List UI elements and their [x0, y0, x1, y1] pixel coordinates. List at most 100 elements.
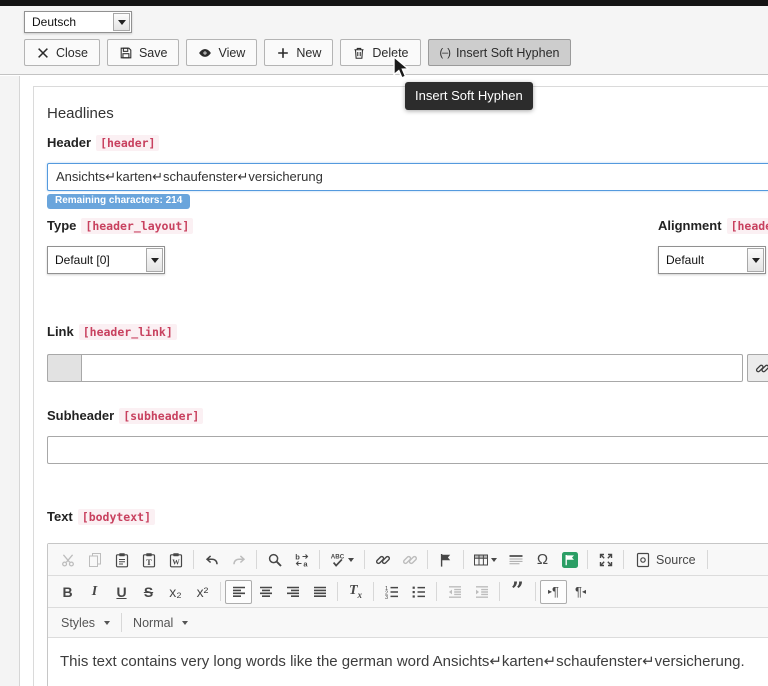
- numbered-list-button[interactable]: [378, 580, 405, 604]
- horizontal-rule-icon: [508, 552, 524, 568]
- styles-dropdown[interactable]: Styles: [54, 611, 117, 635]
- align-right-icon: [285, 584, 301, 600]
- toolbar-separator: [535, 582, 536, 601]
- replace-icon: [294, 552, 310, 568]
- editor-content[interactable]: This text contains very long words like …: [48, 638, 768, 686]
- source-button[interactable]: Source: [628, 548, 703, 572]
- superscript-icon: x²: [197, 585, 209, 599]
- paste-as-text-button[interactable]: [135, 548, 162, 572]
- insert-soft-hyphen-button[interactable]: (–) Insert Soft Hyphen: [428, 39, 572, 66]
- close-button[interactable]: Close: [24, 39, 100, 66]
- toolbar-separator: [436, 582, 437, 601]
- soft-hyphen-flag-button[interactable]: [556, 548, 583, 572]
- type-select-arrow[interactable]: [146, 248, 163, 272]
- rtl-arrow-icon: ◂: [582, 588, 586, 596]
- chevron-down-icon: [182, 621, 188, 625]
- alignment-column: Alignment[header_position] Default: [658, 218, 768, 274]
- find-button[interactable]: [261, 548, 288, 572]
- align-center-icon: [258, 584, 274, 600]
- source-button-label: Source: [656, 553, 696, 567]
- editor-toolbar-row-1: Ω Source: [48, 544, 768, 576]
- maximize-button[interactable]: [592, 548, 619, 572]
- link-field-code: [header_link]: [79, 324, 177, 340]
- format-dropdown[interactable]: Normal: [126, 611, 195, 635]
- language-select-value: Deutsch: [25, 15, 113, 29]
- language-select[interactable]: Deutsch: [24, 11, 132, 33]
- indent-button[interactable]: [468, 580, 495, 604]
- align-right-button[interactable]: [279, 580, 306, 604]
- blockquote-button[interactable]: ”: [504, 580, 531, 604]
- special-character-button[interactable]: Ω: [529, 548, 556, 572]
- maximize-icon: [598, 552, 614, 568]
- subscript-button[interactable]: x₂: [162, 580, 189, 604]
- paste-from-word-button[interactable]: [162, 548, 189, 572]
- insert-table-button[interactable]: [468, 548, 502, 572]
- anchor-button[interactable]: [432, 548, 459, 572]
- ordered-list-icon: [384, 584, 400, 600]
- underline-icon: U: [116, 585, 126, 599]
- blockquote-icon: ”: [511, 586, 524, 598]
- rich-text-editor: Ω Source B I U S x₂ x² Tx: [47, 543, 768, 686]
- align-center-button[interactable]: [252, 580, 279, 604]
- paste-button[interactable]: [108, 548, 135, 572]
- bullet-list-button[interactable]: [405, 580, 432, 604]
- justify-button[interactable]: [306, 580, 333, 604]
- link-browser-button[interactable]: [747, 354, 768, 382]
- chevron-down-icon: [752, 258, 760, 263]
- link-label-text: Link: [47, 324, 74, 339]
- redo-button[interactable]: [225, 548, 252, 572]
- header-input[interactable]: Ansichts↵karten↵schaufenster↵versicherun…: [47, 163, 768, 191]
- link-addon-button[interactable]: [47, 354, 81, 382]
- alignment-select-arrow[interactable]: [747, 248, 764, 272]
- trash-icon: [352, 46, 366, 60]
- subheader-input[interactable]: [47, 436, 768, 464]
- insert-soft-hyphen-label: Insert Soft Hyphen: [456, 46, 560, 60]
- form-panel: Headlines Header[header] Ansichts↵karten…: [33, 86, 768, 686]
- save-button[interactable]: Save: [107, 39, 180, 66]
- insert-link-button[interactable]: [369, 548, 396, 572]
- alignment-field-label: Alignment[header_position]: [658, 218, 768, 234]
- horizontal-rule-button[interactable]: [502, 548, 529, 572]
- toolbar-separator: [193, 550, 194, 569]
- remaining-characters-badge: Remaining characters: 214: [47, 194, 190, 209]
- remove-format-button[interactable]: Tx: [342, 580, 369, 604]
- close-button-label: Close: [56, 46, 88, 60]
- strikethrough-icon: S: [144, 585, 153, 599]
- cut-button[interactable]: [54, 548, 81, 572]
- link-field-label: Link [header_link]: [47, 324, 768, 340]
- editor-toolbar-row-2: B I U S x₂ x² Tx ” ▸¶ ¶◂: [48, 576, 768, 608]
- strikethrough-button[interactable]: S: [135, 580, 162, 604]
- bold-button[interactable]: B: [54, 580, 81, 604]
- superscript-button[interactable]: x²: [189, 580, 216, 604]
- header-field-code: [header]: [96, 135, 159, 151]
- toolbar-separator: [121, 613, 122, 632]
- toolbar-separator: [256, 550, 257, 569]
- justify-icon: [312, 584, 328, 600]
- italic-button[interactable]: I: [81, 580, 108, 604]
- view-button[interactable]: View: [186, 39, 257, 66]
- new-button[interactable]: New: [264, 39, 333, 66]
- alignment-label-text: Alignment: [658, 218, 722, 233]
- undo-button[interactable]: [198, 548, 225, 572]
- bidi-rtl-button[interactable]: ¶◂: [567, 580, 594, 604]
- spellcheck-button[interactable]: [324, 548, 360, 572]
- align-left-button[interactable]: [225, 580, 252, 604]
- toolbar-separator: [427, 550, 428, 569]
- toolbar-separator: [364, 550, 365, 569]
- format-dropdown-label: Normal: [133, 616, 173, 630]
- bidi-ltr-button[interactable]: ▸¶: [540, 580, 567, 604]
- type-select[interactable]: Default [0]: [47, 246, 165, 274]
- clipboard-icon: [114, 552, 130, 568]
- alignment-select[interactable]: Default: [658, 246, 766, 274]
- unlink-button[interactable]: [396, 548, 423, 572]
- underline-button[interactable]: U: [108, 580, 135, 604]
- toolbar-separator: [623, 550, 624, 569]
- type-label-text: Type: [47, 218, 76, 233]
- copy-button[interactable]: [81, 548, 108, 572]
- outdent-button[interactable]: [441, 580, 468, 604]
- broken-chain-icon: [402, 552, 418, 568]
- clipboard-word-icon: [168, 552, 184, 568]
- link-input[interactable]: [81, 354, 743, 382]
- replace-button[interactable]: [288, 548, 315, 572]
- language-select-arrow[interactable]: [113, 13, 130, 31]
